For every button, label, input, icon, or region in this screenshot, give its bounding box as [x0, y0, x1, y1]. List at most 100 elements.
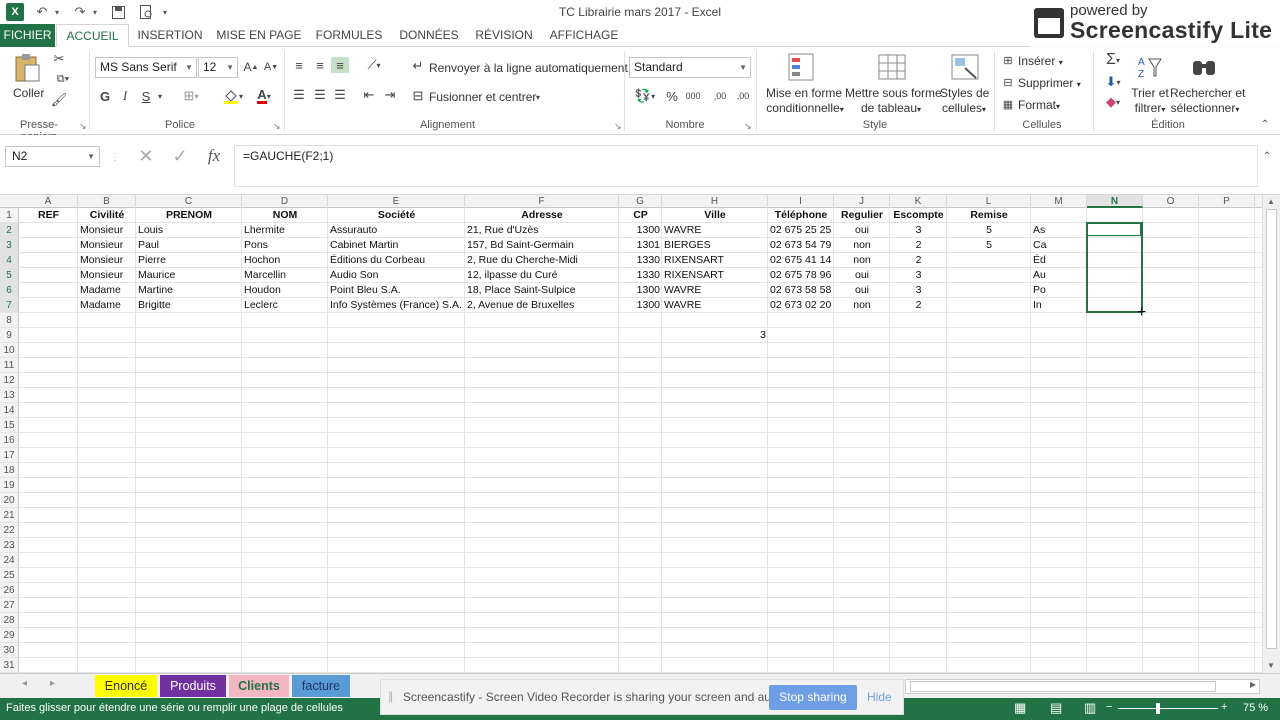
header-cell-j[interactable]: Regulier — [834, 208, 890, 223]
row-header-9[interactable]: 9 — [0, 328, 19, 343]
align-top-icon[interactable]: ≡ — [290, 57, 308, 73]
tab-affichage[interactable]: AFFICHAGE — [544, 24, 624, 47]
confirm-entry-icon[interactable]: ✓ — [170, 146, 190, 166]
cell-k7[interactable]: 2 — [890, 298, 947, 313]
cell-j3[interactable]: non — [834, 238, 890, 253]
cancel-entry-icon[interactable]: ✕ — [136, 146, 156, 166]
scroll-right-icon[interactable]: ▶ — [1250, 680, 1256, 689]
align-middle-icon[interactable]: ≡ — [311, 57, 329, 73]
shrink-font-icon[interactable]: A ▼ — [264, 59, 278, 75]
row-header-16[interactable]: 16 — [0, 433, 19, 448]
row-header-6[interactable]: 6 — [0, 283, 19, 298]
cell-f6[interactable]: 18, Place Saint-Sulpice — [465, 283, 619, 298]
column-header-g[interactable]: G — [619, 195, 662, 208]
header-cell-b[interactable]: Civilité — [78, 208, 136, 223]
scroll-up-icon[interactable]: ▲ — [1267, 197, 1275, 206]
cell-h6[interactable]: WAVRE — [662, 283, 768, 298]
underline-dropdown-icon[interactable]: ▾ — [155, 87, 165, 105]
banner-grip-icon[interactable]: ∥ — [388, 690, 394, 703]
tab-revision[interactable]: RÉVISION — [472, 24, 536, 47]
cell-c4[interactable]: Pierre — [136, 253, 242, 268]
decrease-decimal-button[interactable]: ,00 — [733, 87, 753, 105]
cell-f3[interactable]: 157, Bd Saint-Germain — [465, 238, 619, 253]
header-cell-l[interactable]: Remise — [947, 208, 1031, 223]
format-cells-button[interactable]: Format▾ — [1018, 98, 1060, 112]
conditional-format-label-1[interactable]: Mise en forme — [766, 86, 842, 100]
conditional-format-icon[interactable] — [786, 52, 816, 82]
row-header-4[interactable]: 4 — [0, 253, 19, 268]
row-header-7[interactable]: 7 — [0, 298, 19, 313]
delete-cells-icon[interactable]: ⊟ — [1000, 75, 1016, 89]
cell-j6[interactable]: oui — [834, 283, 890, 298]
cell-e4[interactable]: Éditions du Corbeau — [328, 253, 465, 268]
vertical-scrollbar[interactable]: ▲ ▼ — [1262, 195, 1280, 673]
cell-f2[interactable]: 21, Rue d'Uzès — [465, 223, 619, 238]
underline-button[interactable]: S — [139, 87, 153, 105]
row-header-10[interactable]: 10 — [0, 343, 19, 358]
font-launcher-icon[interactable]: ↘ — [273, 121, 281, 132]
row-header-30[interactable]: 30 — [0, 643, 19, 658]
cell-b4[interactable]: Monsieur — [78, 253, 136, 268]
cell-g4[interactable]: 1330 — [619, 253, 662, 268]
sort-filter-label-2[interactable]: filtrer▾ — [1131, 101, 1169, 115]
conditional-format-label-2[interactable]: conditionnelle▾ — [766, 101, 844, 115]
zoom-slider[interactable] — [1118, 708, 1218, 709]
header-cell-c[interactable]: PRENOM — [136, 208, 242, 223]
cell-k3[interactable]: 2 — [890, 238, 947, 253]
grow-font-icon[interactable]: A ▲ — [244, 59, 259, 75]
collapse-ribbon-icon[interactable]: ⌃ — [1258, 117, 1272, 131]
cell-g7[interactable]: 1300 — [619, 298, 662, 313]
row-header-14[interactable]: 14 — [0, 403, 19, 418]
vertical-scroll-thumb[interactable] — [1266, 209, 1277, 649]
wrap-text-button[interactable]: Renvoyer à la ligne automatiquement — [429, 61, 628, 75]
cell-styles-label-1[interactable]: Styles de — [940, 86, 989, 100]
formula-input[interactable]: =GAUCHE(F2;1) — [234, 145, 1258, 187]
cell-e5[interactable]: Audio Son — [328, 268, 465, 283]
cell-h2[interactable]: WAVRE — [662, 223, 768, 238]
row-header-3[interactable]: 3 — [0, 238, 19, 253]
align-left-icon[interactable]: ☰ — [290, 87, 308, 103]
cell-i4[interactable]: 02 675 41 14 — [768, 253, 834, 268]
cell-g2[interactable]: 1300 — [619, 223, 662, 238]
tab-formules[interactable]: FORMULES — [312, 24, 386, 47]
row-header-21[interactable]: 21 — [0, 508, 19, 523]
cell-f4[interactable]: 2, Rue du Cherche-Midi — [465, 253, 619, 268]
cell-j4[interactable]: non — [834, 253, 890, 268]
column-header-c[interactable]: C — [136, 195, 242, 208]
cell-i7[interactable]: 02 673 02 20 — [768, 298, 834, 313]
row-header-25[interactable]: 25 — [0, 568, 19, 583]
insert-cells-icon[interactable]: ⊞ — [1000, 53, 1016, 67]
merge-center-icon[interactable]: ⊟ — [410, 88, 426, 104]
find-select-label-1[interactable]: Rechercher et — [1170, 86, 1245, 100]
merge-center-button[interactable]: Fusionner et centrer — [429, 90, 536, 104]
align-right-icon[interactable]: ☰ — [331, 87, 349, 103]
cell-m6[interactable]: Po — [1031, 283, 1087, 298]
cell-l2[interactable]: 5 — [947, 223, 1031, 238]
cell-e3[interactable]: Cabinet Martin — [328, 238, 465, 253]
format-as-table-label-2[interactable]: de tableau▾ — [855, 101, 927, 115]
column-header-h[interactable]: H — [662, 195, 768, 208]
cell-k5[interactable]: 3 — [890, 268, 947, 283]
column-header-k[interactable]: K — [890, 195, 947, 208]
cell-styles-icon[interactable] — [950, 52, 980, 82]
cell-i3[interactable]: 02 673 54 79 — [768, 238, 834, 253]
cell-g5[interactable]: 1330 — [619, 268, 662, 283]
cell-m7[interactable]: In — [1031, 298, 1087, 313]
row-header-27[interactable]: 27 — [0, 598, 19, 613]
row-header-31[interactable]: 31 — [0, 658, 19, 673]
sheet-tab-produits[interactable]: Produits — [160, 675, 226, 697]
cell-i2[interactable]: 02 675 25 25 — [768, 223, 834, 238]
row-header-28[interactable]: 28 — [0, 613, 19, 628]
cell-d7[interactable]: Leclerc — [242, 298, 328, 313]
hide-button[interactable]: Hide — [867, 685, 897, 710]
normal-view-icon[interactable]: ▦ — [1014, 700, 1026, 716]
row-header-13[interactable]: 13 — [0, 388, 19, 403]
cell-j7[interactable]: non — [834, 298, 890, 313]
autosum-icon[interactable]: Σ ▾ — [1098, 51, 1128, 69]
sheet-tab-clients[interactable]: Clients — [229, 675, 289, 697]
active-cell[interactable] — [1087, 223, 1141, 236]
number-launcher-icon[interactable]: ↘ — [744, 121, 752, 132]
page-layout-view-icon[interactable]: ▤ — [1050, 700, 1062, 716]
column-header-i[interactable]: I — [768, 195, 834, 208]
cell-d4[interactable]: Hochon — [242, 253, 328, 268]
